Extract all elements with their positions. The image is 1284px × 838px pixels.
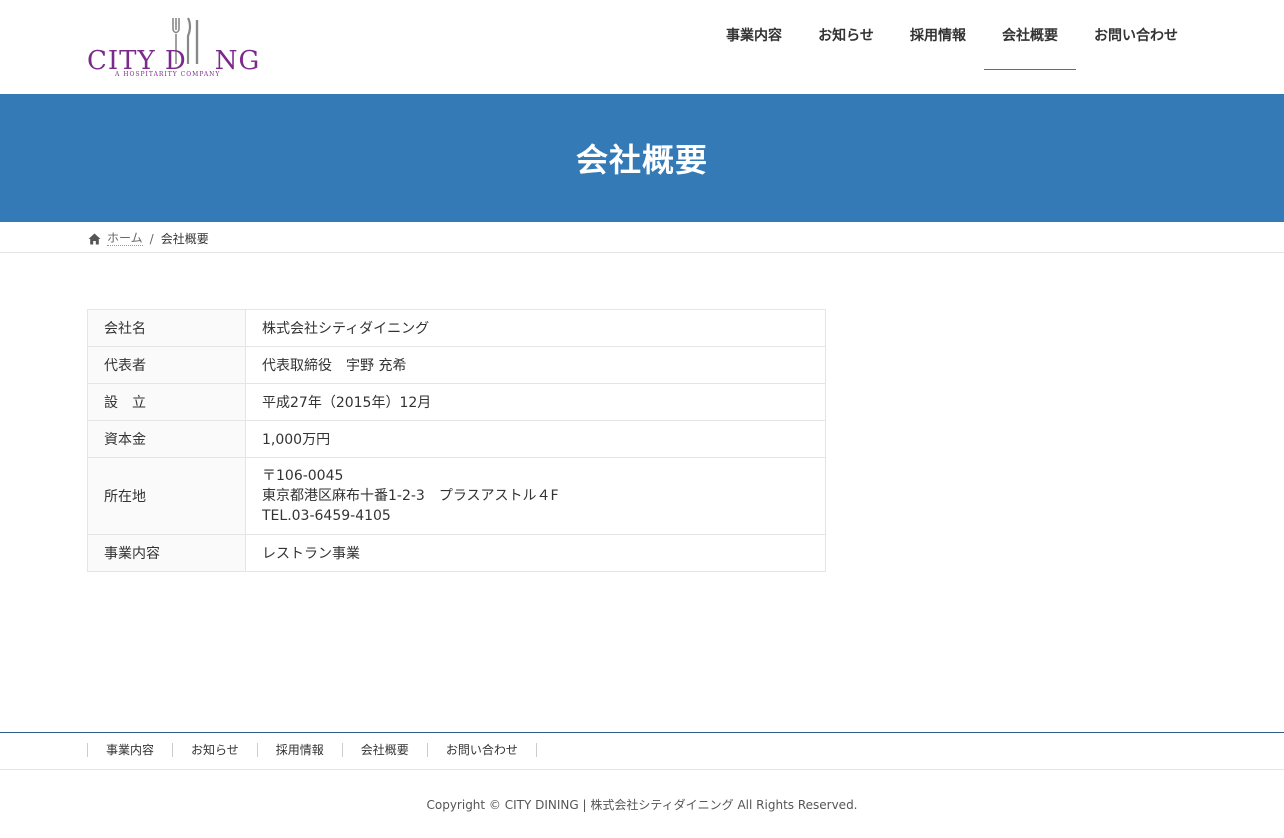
nav-item-recruit[interactable]: 採用情報 <box>892 0 984 70</box>
row-value-representative: 代表取締役 宇野 充希 <box>245 346 826 384</box>
breadcrumb-separator: / <box>149 231 154 246</box>
nav-item-company[interactable]: 会社概要 <box>984 0 1076 70</box>
row-label-company-name: 会社名 <box>87 309 246 347</box>
row-label-capital: 資本金 <box>87 420 246 458</box>
breadcrumb: ホーム / 会社概要 <box>88 230 209 247</box>
table-row: 会社名 株式会社シティダイニング <box>87 309 826 347</box>
footer-nav-contact[interactable]: お問い合わせ <box>428 743 537 757</box>
row-label-representative: 代表者 <box>87 346 246 384</box>
breadcrumb-current: 会社概要 <box>160 232 209 246</box>
nav-item-business[interactable]: 事業内容 <box>708 0 800 70</box>
row-value-company-name: 株式会社シティダイニング <box>245 309 826 347</box>
site-logo[interactable]: CITY D NG A HOSPITARITY COMPANY <box>87 16 259 80</box>
table-row: 事業内容 レストラン事業 <box>87 534 826 572</box>
global-nav: 事業内容 お知らせ 採用情報 会社概要 お問い合わせ <box>708 0 1196 94</box>
company-info-table: 会社名 株式会社シティダイニング 代表者 代表取締役 宇野 充希 設 立 平成2… <box>87 309 826 572</box>
row-label-address: 所在地 <box>87 457 246 535</box>
logo-text-right: NG <box>214 46 261 76</box>
row-value-business: レストラン事業 <box>245 534 826 572</box>
address-phone: TEL.03-6459-4105 <box>262 508 391 524</box>
nav-item-contact[interactable]: お問い合わせ <box>1076 0 1196 70</box>
row-label-business: 事業内容 <box>87 534 246 572</box>
table-row: 代表者 代表取締役 宇野 充希 <box>87 346 826 384</box>
row-value-established: 平成27年（2015年）12月 <box>245 383 826 421</box>
table-row: 所在地 〒106-0045 東京都港区麻布十番1-2-3 プラスアストル４F T… <box>87 457 826 535</box>
site-header: CITY D NG A HOSPITARITY COMPANY 事業内容 お知らせ… <box>0 0 1284 94</box>
table-row: 設 立 平成27年（2015年）12月 <box>87 383 826 421</box>
address-street: 東京都港区麻布十番1-2-3 プラスアストル４F <box>262 488 559 504</box>
table-row: 資本金 1,000万円 <box>87 420 826 458</box>
footer-nav-company[interactable]: 会社概要 <box>343 743 428 757</box>
footer-nav-business[interactable]: 事業内容 <box>88 743 174 757</box>
footer-nav: 事業内容 お知らせ 採用情報 会社概要 お問い合わせ <box>87 743 537 757</box>
nav-item-news[interactable]: お知らせ <box>800 0 892 70</box>
home-icon <box>88 233 101 244</box>
row-value-address: 〒106-0045 東京都港区麻布十番1-2-3 プラスアストル４F TEL.0… <box>245 457 826 535</box>
address-postal-code: 〒106-0045 <box>262 468 344 484</box>
copyright: Copyright © CITY DINING | 株式会社シティダイニング A… <box>426 798 858 812</box>
row-label-established: 設 立 <box>87 383 246 421</box>
footer-nav-bar: 事業内容 お知らせ 採用情報 会社概要 お問い合わせ <box>0 733 1284 770</box>
footer-nav-recruit[interactable]: 採用情報 <box>258 743 343 757</box>
breadcrumb-bar: ホーム / 会社概要 <box>0 222 1284 253</box>
logo-tagline: A HOSPITARITY COMPANY <box>115 71 221 78</box>
breadcrumb-home-link[interactable]: ホーム <box>107 231 143 246</box>
page-title: 会社概要 <box>575 141 708 179</box>
row-value-capital: 1,000万円 <box>245 420 826 458</box>
footer-nav-news[interactable]: お知らせ <box>173 743 258 757</box>
page-header: 会社概要 <box>0 94 1284 222</box>
